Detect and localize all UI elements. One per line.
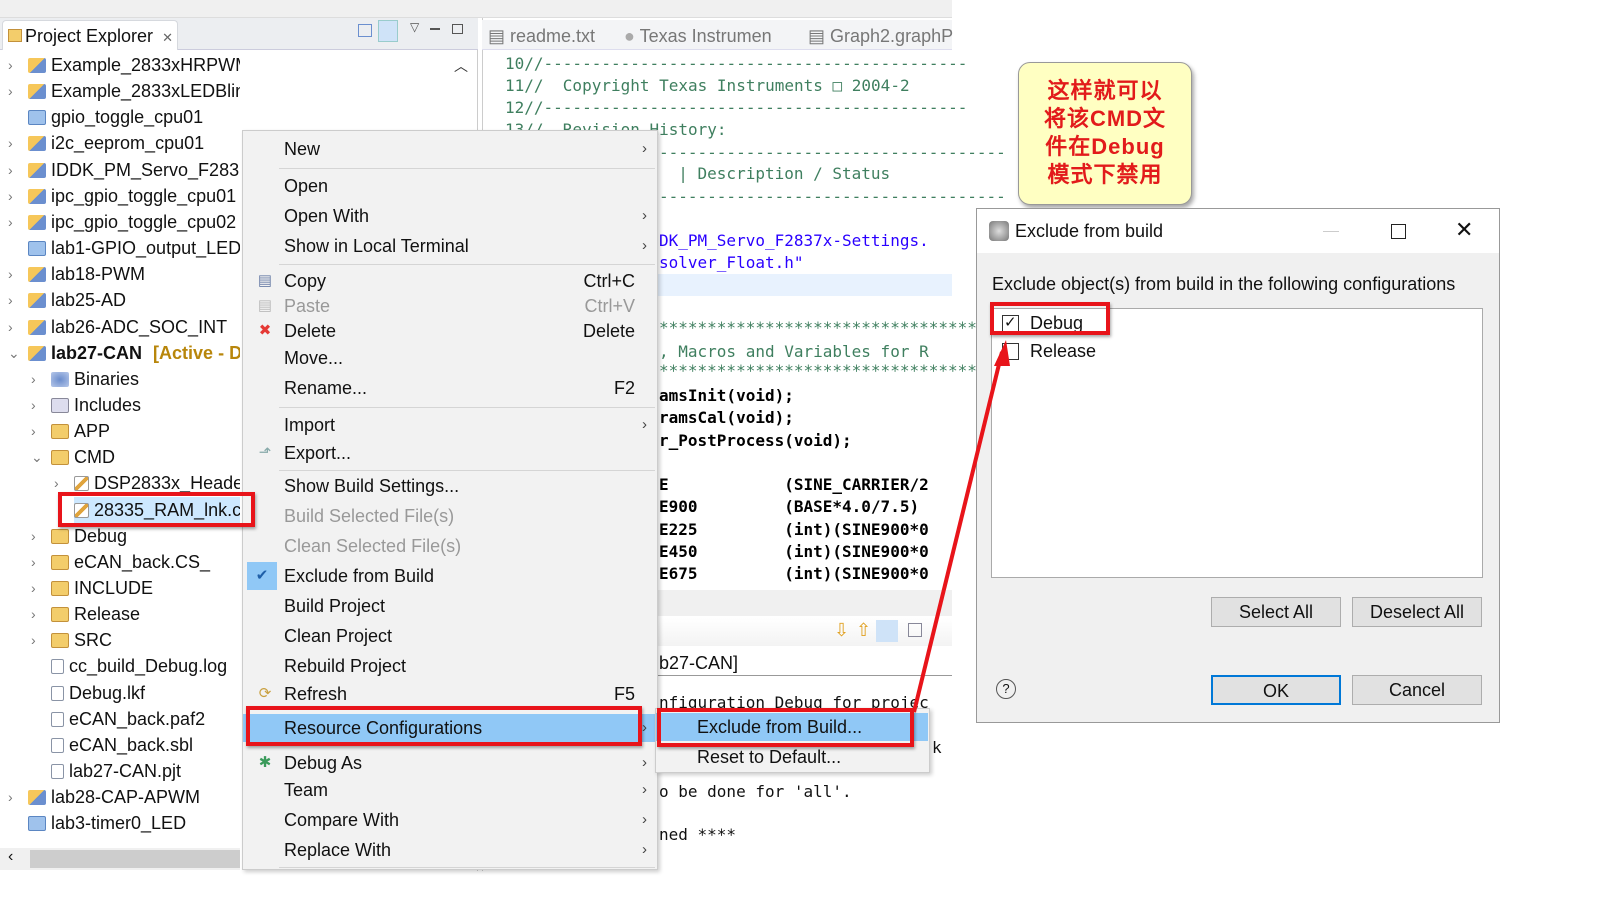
annotation-arrow [912, 340, 1010, 713]
arrow-line [912, 351, 1004, 713]
arrow-head-icon [994, 340, 1010, 366]
